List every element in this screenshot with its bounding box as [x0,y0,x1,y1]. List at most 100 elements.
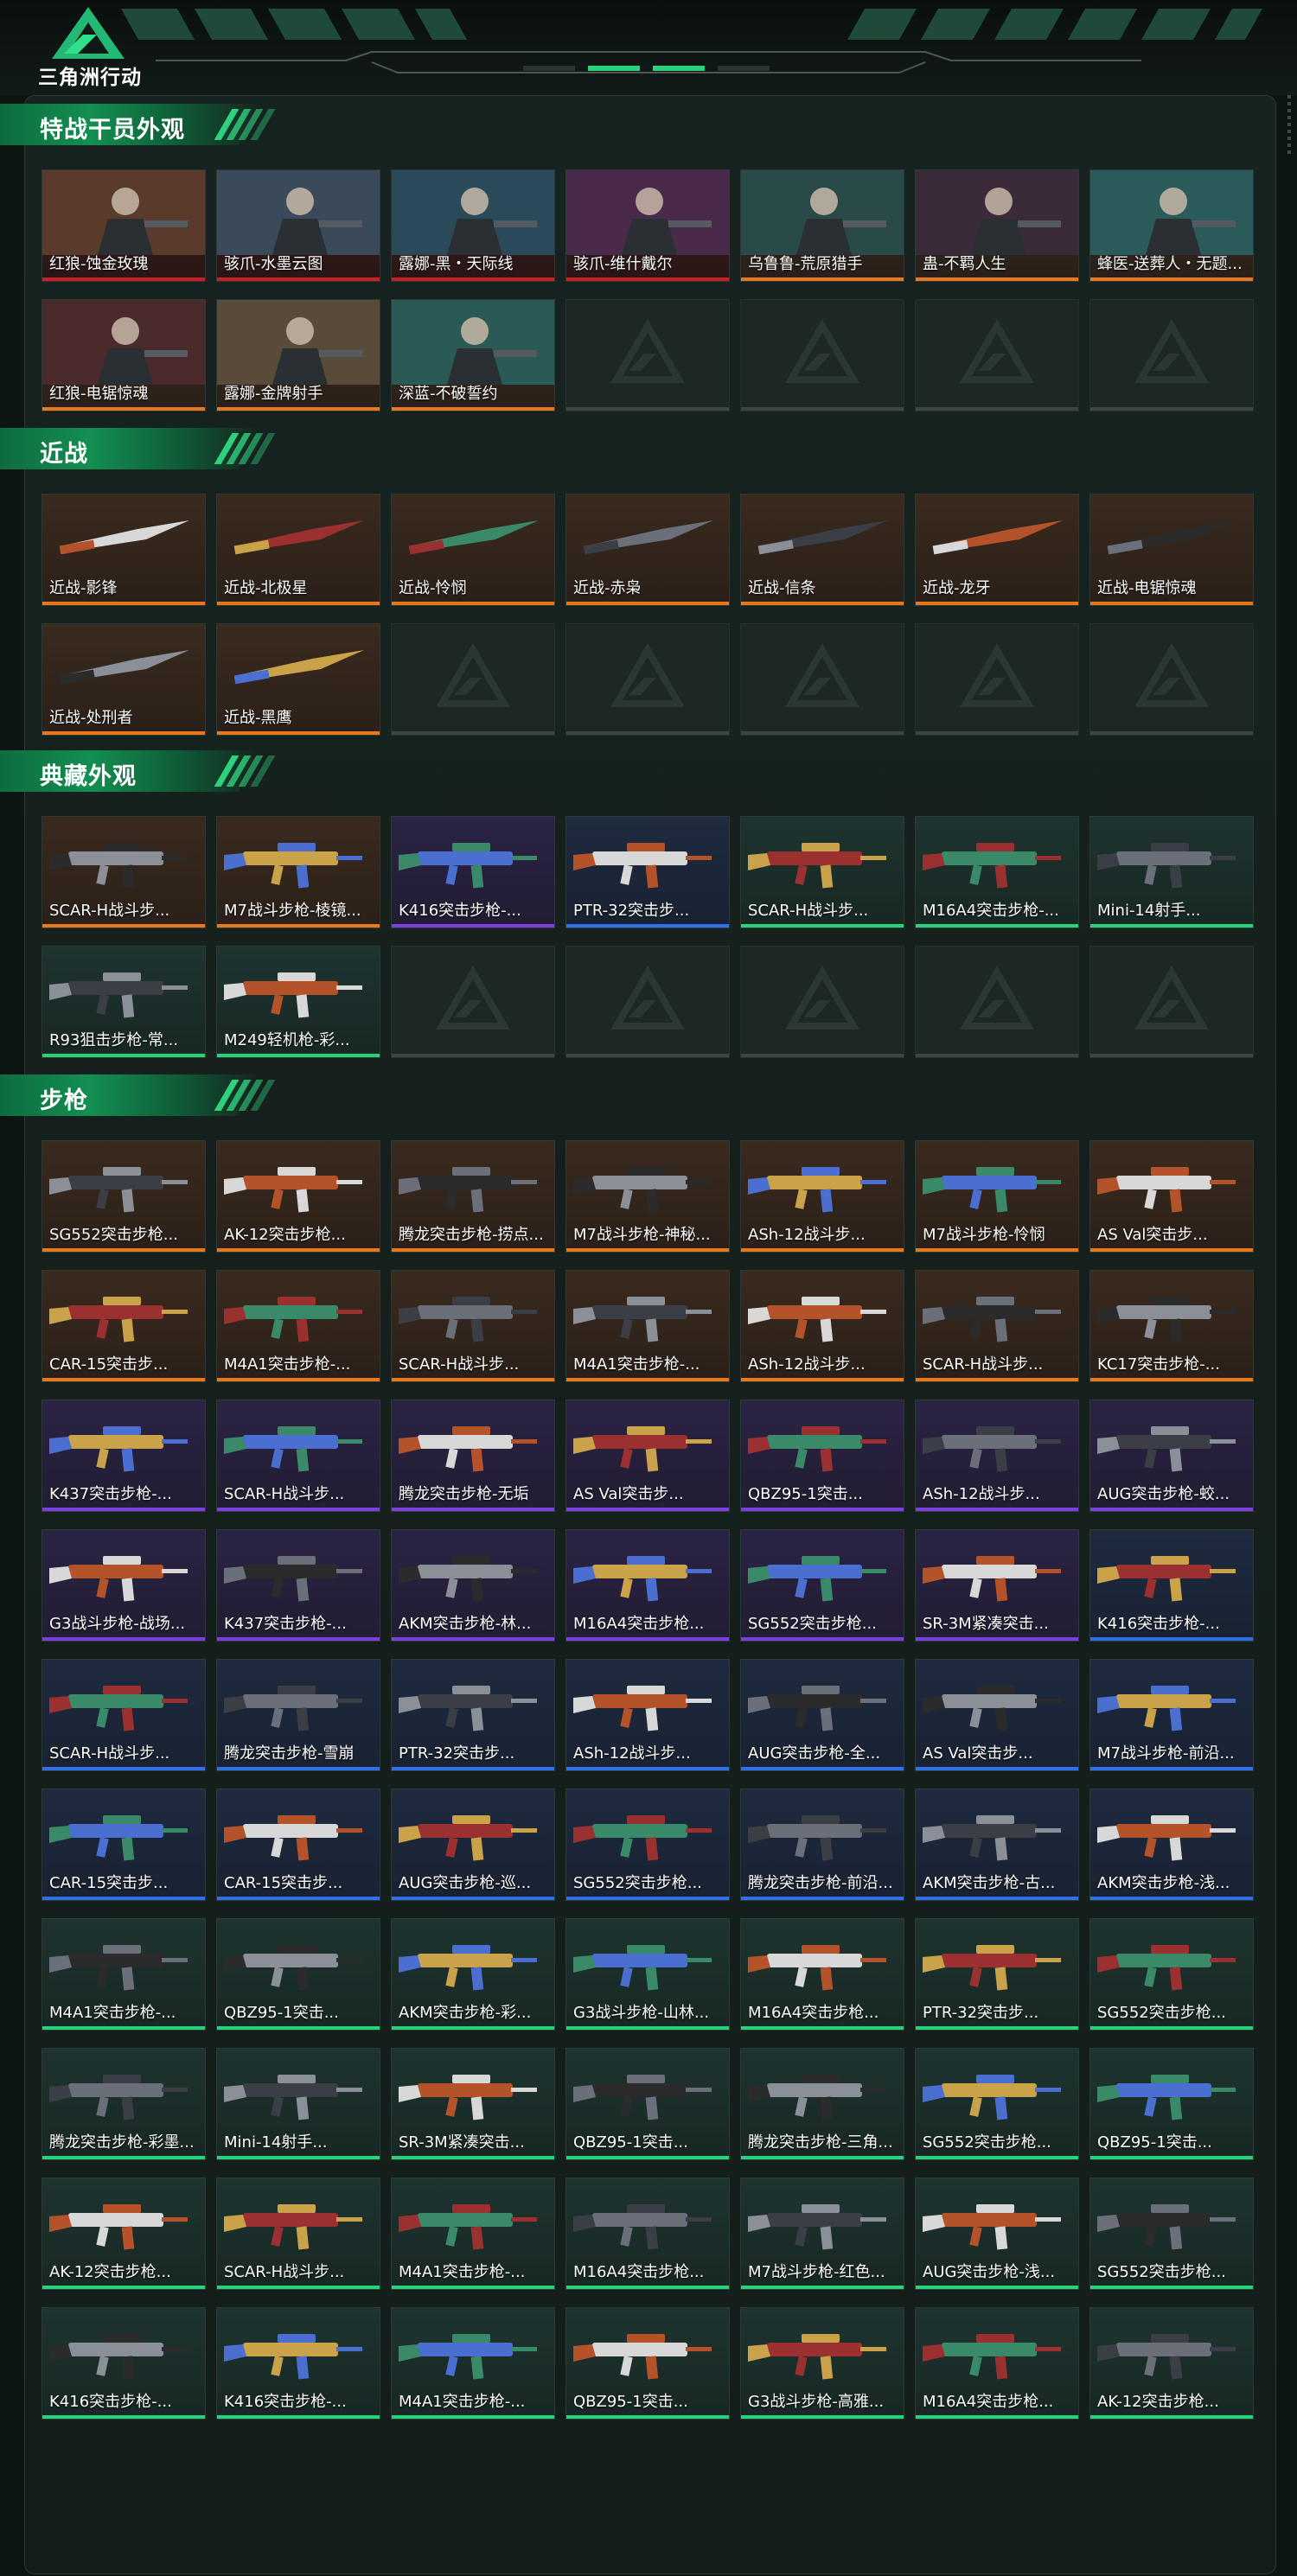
item-card[interactable]: SG552突击步枪... [42,1140,206,1253]
item-card[interactable]: 近战-赤枭 [565,494,730,606]
item-card[interactable]: SCAR-H战斗步... [391,1270,555,1382]
item-card[interactable]: M16A4突击步枪... [565,2177,730,2290]
item-card[interactable]: 腾龙突击步枪-无垢 [391,1400,555,1512]
item-card[interactable]: K437突击步枪-... [216,1529,380,1642]
item-card[interactable]: G3战斗步枪-山林... [565,1918,730,2031]
item-card[interactable]: PTR-32突击步... [915,1918,1079,2031]
item-card[interactable]: PTR-32突击步... [391,1659,555,1771]
item-card[interactable]: SG552突击步枪... [740,1529,904,1642]
item-card[interactable]: AUG突击步枪-全... [740,1659,904,1771]
item-card[interactable]: SCAR-H战斗步... [740,816,904,928]
item-card[interactable]: K416突击步枪-... [391,816,555,928]
item-card[interactable]: QBZ95-1突击... [565,2307,730,2420]
item-card[interactable]: AK-12突击步枪... [216,1140,380,1253]
item-card[interactable]: 乌鲁鲁-荒原猎手 [740,169,904,282]
item-card[interactable]: ASh-12战斗步... [740,1140,904,1253]
item-card[interactable]: SCAR-H战斗步... [216,2177,380,2290]
item-card[interactable]: 腾龙突击步枪-捞点... [391,1140,555,1253]
item-card[interactable]: M4A1突击步枪-... [42,1918,206,2031]
item-card[interactable]: SR-3M紧凑突击... [391,2048,555,2160]
item-card[interactable]: 近战-处刑者 [42,623,206,736]
item-card[interactable]: M7战斗步枪-前沿... [1089,1659,1254,1771]
item-card[interactable]: M7战斗步枪-红色... [740,2177,904,2290]
item-card[interactable]: R93狙击步枪-常... [42,946,206,1058]
item-card[interactable]: 骇爪-维什戴尔 [565,169,730,282]
item-card[interactable]: K416突击步枪-... [1089,1529,1254,1642]
item-card[interactable]: AKM突击步枪-古... [915,1789,1079,1901]
item-card[interactable]: 深蓝-不破誓约 [391,299,555,411]
item-card[interactable]: QBZ95-1突击... [1089,2048,1254,2160]
item-card[interactable]: SG552突击步枪... [1089,2177,1254,2290]
item-card[interactable]: K416突击步枪-... [216,2307,380,2420]
item-card[interactable]: AUG突击步枪-蛟... [1089,1400,1254,1512]
item-card[interactable]: G3战斗步枪-高雅... [740,2307,904,2420]
item-card[interactable]: SCAR-H战斗步... [216,1400,380,1512]
item-card[interactable]: M7战斗步枪-神秘... [565,1140,730,1253]
item-card[interactable]: M16A4突击步枪... [915,2307,1079,2420]
item-card[interactable]: QBZ95-1突击... [216,1918,380,2031]
item-card[interactable]: M4A1突击步枪-... [391,2177,555,2290]
item-card[interactable]: SG552突击步枪... [915,2048,1079,2160]
item-card[interactable]: 近战-信条 [740,494,904,606]
item-card[interactable]: AK-12突击步枪... [1089,2307,1254,2420]
item-card[interactable]: 露娜-金牌射手 [216,299,380,411]
item-card[interactable]: 蛊-不羁人生 [915,169,1079,282]
item-card[interactable]: AKM突击步枪-浅... [1089,1789,1254,1901]
item-card[interactable]: 露娜-黑・天际线 [391,169,555,282]
item-card[interactable]: M16A4突击步枪... [565,1529,730,1642]
item-card[interactable]: 腾龙突击步枪-三角... [740,2048,904,2160]
item-card[interactable]: M16A4突击步枪-... [915,816,1079,928]
item-card[interactable]: AUG突击步枪-浅... [915,2177,1079,2290]
item-card[interactable]: 红狼-蚀金玫瑰 [42,169,206,282]
item-card[interactable]: AUG突击步枪-巡... [391,1789,555,1901]
item-card[interactable]: AK-12突击步枪... [42,2177,206,2290]
item-card[interactable]: M4A1突击步枪-... [216,1270,380,1382]
item-card[interactable]: M4A1突击步枪-... [391,2307,555,2420]
scroll-indicator[interactable] [1287,95,1292,164]
item-card[interactable]: SCAR-H战斗步... [915,1270,1079,1382]
item-card[interactable]: ASh-12战斗步... [565,1659,730,1771]
item-card[interactable]: SCAR-H战斗步... [42,816,206,928]
item-card[interactable]: 近战-黑鹰 [216,623,380,736]
item-card[interactable]: M4A1突击步枪-... [565,1270,730,1382]
item-card[interactable]: K437突击步枪-... [42,1400,206,1512]
item-card[interactable]: CAR-15突击步... [42,1789,206,1901]
item-card[interactable]: QBZ95-1突击... [565,2048,730,2160]
item-card[interactable]: M249轻机枪-彩... [216,946,380,1058]
item-card[interactable]: K416突击步枪-... [42,2307,206,2420]
item-card[interactable]: 近战-影锋 [42,494,206,606]
item-card[interactable]: CAR-15突击步... [42,1270,206,1382]
item-card[interactable]: SG552突击步枪... [1089,1918,1254,2031]
item-card[interactable]: AS Val突击步... [915,1659,1079,1771]
item-card[interactable]: AS Val突击步... [1089,1140,1254,1253]
item-card[interactable]: KC17突击步枪-... [1089,1270,1254,1382]
empty-slot-bar [916,407,1078,411]
item-card[interactable]: 腾龙突击步枪-彩墨... [42,2048,206,2160]
item-card[interactable]: 近战-怜悯 [391,494,555,606]
item-card[interactable]: G3战斗步枪-战场... [42,1529,206,1642]
item-card[interactable]: 近战-电锯惊魂 [1089,494,1254,606]
item-card[interactable]: AKM突击步枪-彩... [391,1918,555,2031]
item-card[interactable]: ASh-12战斗步... [915,1400,1079,1512]
item-card[interactable]: M7战斗步枪-棱镜... [216,816,380,928]
item-card[interactable]: 腾龙突击步枪-前沿... [740,1789,904,1901]
item-card[interactable]: 近战-龙牙 [915,494,1079,606]
item-card[interactable]: Mini-14射手... [216,2048,380,2160]
item-card[interactable]: QBZ95-1突击... [740,1400,904,1512]
item-card[interactable]: AS Val突击步... [565,1400,730,1512]
item-card[interactable]: 近战-北极星 [216,494,380,606]
item-card[interactable]: CAR-15突击步... [216,1789,380,1901]
item-card[interactable]: SG552突击步枪... [565,1789,730,1901]
item-card[interactable]: Mini-14射手... [1089,816,1254,928]
item-card[interactable]: ASh-12战斗步... [740,1270,904,1382]
item-card[interactable]: AKM突击步枪-林... [391,1529,555,1642]
item-card[interactable]: 蜂医-送葬人・无题... [1089,169,1254,282]
item-card[interactable]: 红狼-电锯惊魂 [42,299,206,411]
item-card[interactable]: SR-3M紧凑突击... [915,1529,1079,1642]
item-card[interactable]: SCAR-H战斗步... [42,1659,206,1771]
item-card[interactable]: M16A4突击步枪... [740,1918,904,2031]
item-card[interactable]: 骇爪-水墨云图 [216,169,380,282]
item-card[interactable]: 腾龙突击步枪-雪崩 [216,1659,380,1771]
item-card[interactable]: M7战斗步枪-怜悯 [915,1140,1079,1253]
item-card[interactable]: PTR-32突击步... [565,816,730,928]
